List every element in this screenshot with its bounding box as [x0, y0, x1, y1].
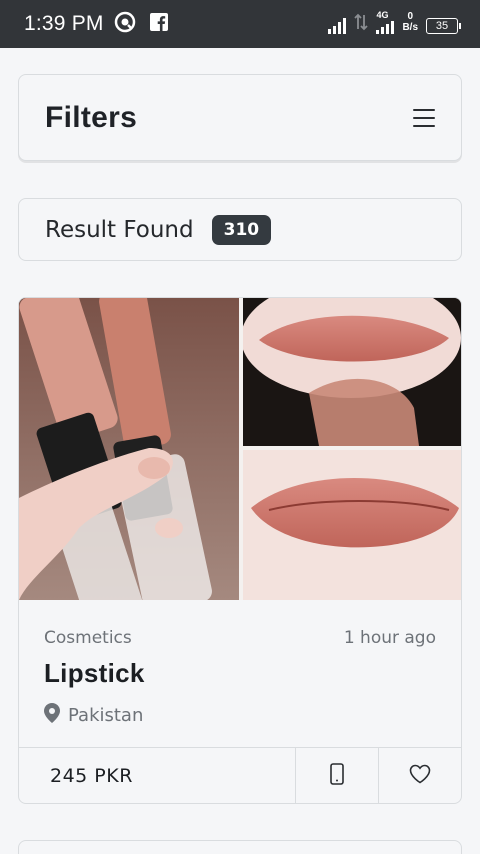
favorite-button[interactable] [378, 748, 461, 803]
location-pin-icon [44, 703, 68, 728]
hamburger-menu-icon[interactable] [413, 108, 435, 127]
heart-icon [409, 764, 431, 788]
lipstick-photo [19, 298, 461, 623]
battery-level: 35 [435, 20, 449, 32]
facebook-icon [149, 13, 168, 35]
listing-price: 245 PKR [50, 765, 133, 787]
listing-card[interactable]: Cosmetics 1 hour ago Lipstick Pakistan 2… [18, 297, 462, 804]
results-summary: Result Found 310 [18, 198, 462, 261]
data-arrows-icon [354, 13, 369, 35]
listing-image[interactable] [19, 298, 461, 623]
status-time: 1:39 PM [24, 12, 104, 35]
listing-footer: 245 PKR [19, 747, 461, 803]
signal-icon [328, 16, 347, 34]
status-bar: 1:39 PM 4G 0 B/s 35 [0, 0, 480, 48]
listing-time: 1 hour ago [343, 628, 436, 648]
call-button[interactable] [295, 748, 378, 803]
listing-location: Pakistan [68, 705, 144, 726]
sync-icon [114, 11, 136, 37]
phone-icon [330, 763, 344, 789]
filters-panel[interactable]: Filters [18, 74, 462, 161]
speed-value: 0 [407, 11, 413, 22]
speed-unit: B/s [402, 22, 418, 33]
results-count-badge: 310 [211, 214, 272, 245]
listing-category: Cosmetics [44, 628, 132, 648]
filters-title: Filters [45, 100, 138, 134]
listing-title[interactable]: Lipstick [44, 658, 436, 689]
battery-icon: 35 [426, 18, 461, 34]
next-listing-card[interactable] [18, 840, 462, 854]
results-label: Result Found [45, 216, 194, 243]
network-type: 4G [376, 10, 389, 20]
signal-4g-icon [376, 20, 395, 34]
